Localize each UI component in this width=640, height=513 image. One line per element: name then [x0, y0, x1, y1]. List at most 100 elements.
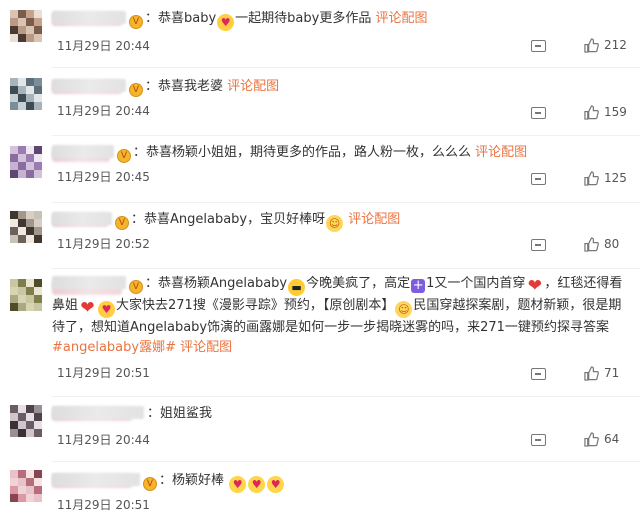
avatar-pixel	[10, 94, 18, 102]
avatar-pixel	[18, 102, 26, 110]
avatar-pixel	[18, 494, 26, 502]
comment-image-link[interactable]: 评论配图	[348, 212, 400, 227]
avatar-pixel	[34, 421, 42, 429]
avatar-pixel	[26, 154, 34, 162]
comment-item: V ：恭喜Angelababy，宝贝好棒呀 ☺ 评论配图 11月29日 20:52 …	[0, 203, 640, 267]
avatar-pixel	[10, 486, 18, 494]
avatar-pixel	[26, 429, 34, 437]
like-count: 64	[604, 432, 620, 446]
hashtag-link[interactable]: #angelababy露娜#	[52, 340, 176, 355]
vip-badge-icon: V	[129, 280, 143, 294]
avatar-pixel	[18, 78, 26, 86]
thumbs-up-icon[interactable]	[584, 237, 599, 252]
avatar-pixel	[34, 494, 42, 502]
comment-icon[interactable]	[531, 173, 546, 185]
comment-icon[interactable]	[531, 40, 546, 52]
comment-icon[interactable]	[531, 368, 546, 380]
avatar[interactable]	[10, 211, 42, 243]
avatar[interactable]	[10, 279, 42, 311]
comment-time: 11月29日 20:51	[57, 498, 150, 512]
avatar-pixel	[18, 18, 26, 26]
comment-image-link[interactable]: 评论配图	[375, 11, 427, 26]
avatar-pixel	[34, 413, 42, 421]
avatar-pixel	[34, 34, 42, 42]
comment-text-segment: ：恭喜我老婆	[145, 79, 228, 94]
avatar[interactable]	[10, 405, 42, 437]
avatar-pixel	[10, 413, 18, 421]
thumbs-up-icon[interactable]	[584, 171, 599, 186]
comment-text: V ：恭喜杨颖Angelababy ▬ 今晚美疯了，高定 +1又一个国内首穿 ❤ ，红毯还得…	[52, 274, 630, 358]
like-count: 71	[604, 366, 620, 380]
comment-image-link[interactable]: 评论配图	[475, 145, 527, 160]
avatar-pixel	[10, 102, 18, 110]
avatar-pixel	[26, 235, 34, 243]
avatar-pixel	[26, 279, 34, 287]
avatar[interactable]	[10, 146, 42, 178]
avatar-pixel	[10, 146, 18, 154]
avatar-pixel	[26, 421, 34, 429]
avatar-pixel	[34, 429, 42, 437]
comment-item: V ：恭喜我老婆 评论配图 11月29日 20:44 159	[0, 68, 640, 134]
thumbs-up-icon[interactable]	[584, 105, 599, 120]
avatar-pixel	[10, 170, 18, 178]
vip-badge-icon: V	[129, 83, 143, 97]
comment-time: 11月29日 20:44	[57, 433, 150, 447]
avatar-pixel	[10, 219, 18, 227]
avatar-pixel	[18, 295, 26, 303]
avatar[interactable]	[10, 10, 42, 42]
avatar-pixel	[10, 421, 18, 429]
avatar-pixel	[26, 86, 34, 94]
avatar[interactable]	[10, 470, 42, 502]
avatar-pixel	[10, 295, 18, 303]
comment-text: V ：杨颖好棒 ♥ ♥ ♥	[52, 471, 630, 493]
avatar-pixel	[34, 18, 42, 26]
avatar-pixel	[18, 170, 26, 178]
avatar-pixel	[18, 429, 26, 437]
avatar-pixel	[34, 478, 42, 486]
comment-item: V ：恭喜baby ♥ 一起期待baby更多作品 评论配图 11月29日 20:44 …	[0, 0, 640, 66]
avatar-pixel	[18, 34, 26, 42]
avatar-pixel	[18, 227, 26, 235]
avatar-pixel	[10, 162, 18, 170]
thumbs-up-icon[interactable]	[584, 38, 599, 53]
comment-image-link[interactable]: 评论配图	[180, 340, 232, 355]
avatar-pixel	[34, 78, 42, 86]
comment-icon[interactable]	[531, 239, 546, 251]
avatar-pixel	[34, 86, 42, 94]
avatar-pixel	[10, 279, 18, 287]
thumbs-up-icon[interactable]	[584, 432, 599, 447]
comment-text-segment: ：恭喜baby	[145, 11, 217, 26]
comment-image-link[interactable]: 评论配图	[227, 79, 279, 94]
avatar-pixel	[26, 94, 34, 102]
avatar-pixel	[26, 219, 34, 227]
avatar-pixel	[18, 287, 26, 295]
comment-time: 11月29日 20:44	[57, 39, 150, 53]
avatar-pixel	[18, 86, 26, 94]
avatar-pixel	[18, 94, 26, 102]
avatar-pixel	[18, 405, 26, 413]
comment-icon[interactable]	[531, 107, 546, 119]
cool-emoji: ▬	[288, 279, 306, 296]
avatar-pixel	[34, 154, 42, 162]
avatar-pixel	[10, 429, 18, 437]
comment-text-segment: ：恭喜杨颖小姐姐，期待更多的作品，路人粉一枚，么么么	[133, 145, 476, 160]
red-heart-emoji: ❤	[527, 276, 543, 296]
heart-eyes-emoji: ♥	[267, 476, 285, 493]
comment-text-segment: ：恭喜Angelababy，宝贝好棒呀	[131, 212, 326, 227]
thumbs-up-icon[interactable]	[584, 366, 599, 381]
avatar-pixel	[18, 413, 26, 421]
avatar-pixel	[34, 26, 42, 34]
avatar-pixel	[10, 287, 18, 295]
comment-text-segment: ：杨颖好棒	[159, 473, 229, 488]
like-count: 159	[604, 105, 627, 119]
avatar-pixel	[26, 478, 34, 486]
comment-text-segment: 1又一个国内首穿	[426, 276, 526, 291]
grin-emoji: ☺	[395, 301, 413, 318]
avatar-pixel	[10, 26, 18, 34]
avatar-pixel	[26, 162, 34, 170]
avatar-pixel	[26, 227, 34, 235]
avatar-pixel	[10, 478, 18, 486]
avatar[interactable]	[10, 78, 42, 110]
avatar-pixel	[26, 211, 34, 219]
comment-icon[interactable]	[531, 434, 546, 446]
